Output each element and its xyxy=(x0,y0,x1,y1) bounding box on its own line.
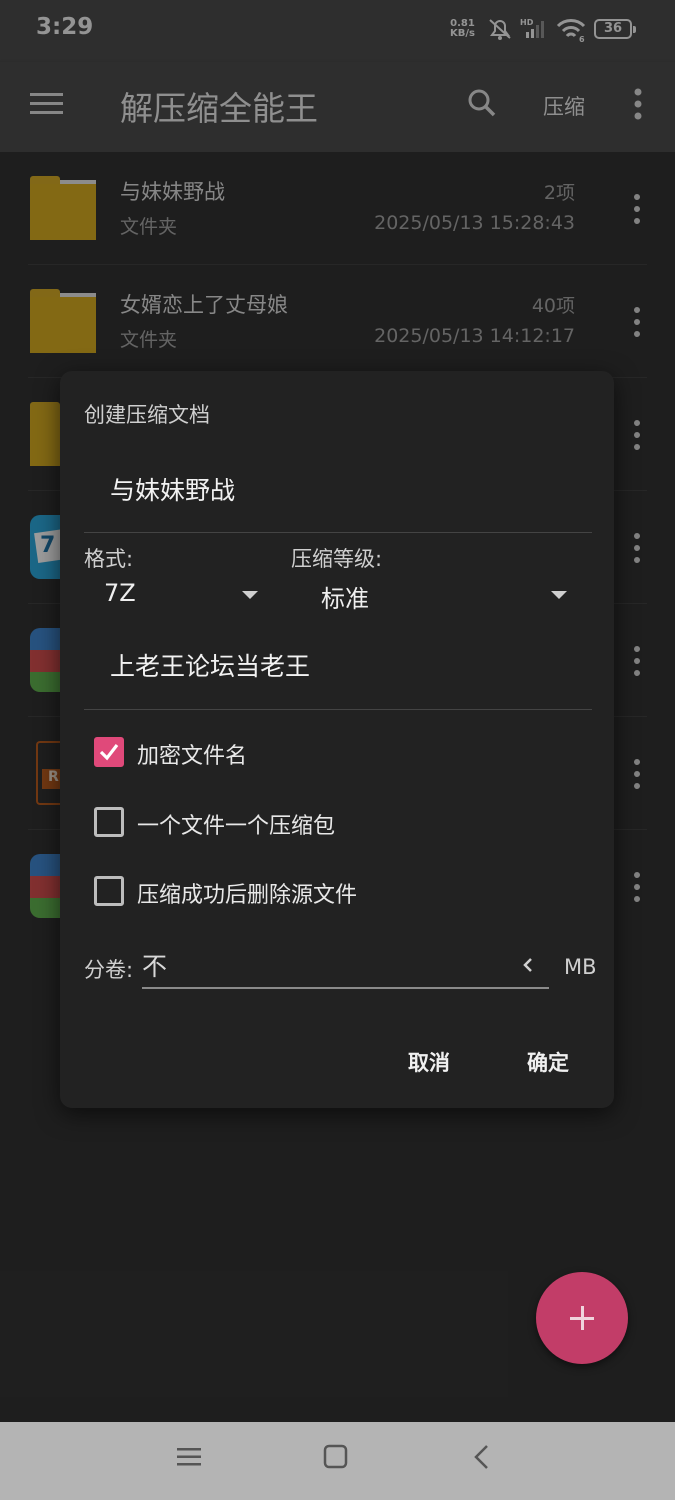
password-underline xyxy=(84,709,592,710)
volume-label: 分卷: xyxy=(84,958,134,982)
checkmark-icon xyxy=(99,744,119,761)
dropdown-arrow-icon xyxy=(551,591,567,599)
volume-underline xyxy=(142,987,549,989)
format-label: 格式: xyxy=(84,547,134,571)
dialog-title: 创建压缩文档 xyxy=(84,403,210,427)
encrypt-filenames-label: 加密文件名 xyxy=(137,744,248,769)
format-value: 7Z xyxy=(104,579,136,607)
volume-dropdown-icon[interactable] xyxy=(522,955,534,975)
volume-unit: MB xyxy=(564,955,597,979)
archive-name-underline xyxy=(84,532,592,533)
back-icon[interactable] xyxy=(470,1444,496,1470)
add-fab-button[interactable] xyxy=(536,1272,628,1364)
archive-name-input[interactable] xyxy=(84,469,592,509)
compression-level-value: 标准 xyxy=(321,585,369,613)
delete-source-checkbox[interactable] xyxy=(94,876,124,906)
encrypt-filenames-checkbox[interactable] xyxy=(94,737,124,767)
dropdown-arrow-icon xyxy=(242,591,258,599)
confirm-button[interactable]: 确定 xyxy=(527,1047,569,1077)
format-select[interactable]: 7Z xyxy=(84,575,264,615)
system-navigation-bar xyxy=(0,1422,675,1500)
volume-size-input[interactable] xyxy=(142,945,522,985)
one-archive-per-file-label: 一个文件一个压缩包 xyxy=(137,814,336,839)
one-archive-per-file-checkbox[interactable] xyxy=(94,807,124,837)
compression-level-label: 压缩等级: xyxy=(291,547,383,571)
recent-apps-icon[interactable] xyxy=(176,1444,202,1470)
delete-source-label: 压缩成功后删除源文件 xyxy=(137,883,358,908)
password-input[interactable] xyxy=(84,645,592,685)
create-archive-dialog: 创建压缩文档 格式: 压缩等级: 7Z 标准 加密文件名 一个文件一个压缩包 压… xyxy=(60,371,614,1108)
compression-level-select[interactable]: 标准 xyxy=(301,575,571,615)
cancel-button[interactable]: 取消 xyxy=(408,1047,450,1077)
home-icon[interactable] xyxy=(323,1444,349,1470)
